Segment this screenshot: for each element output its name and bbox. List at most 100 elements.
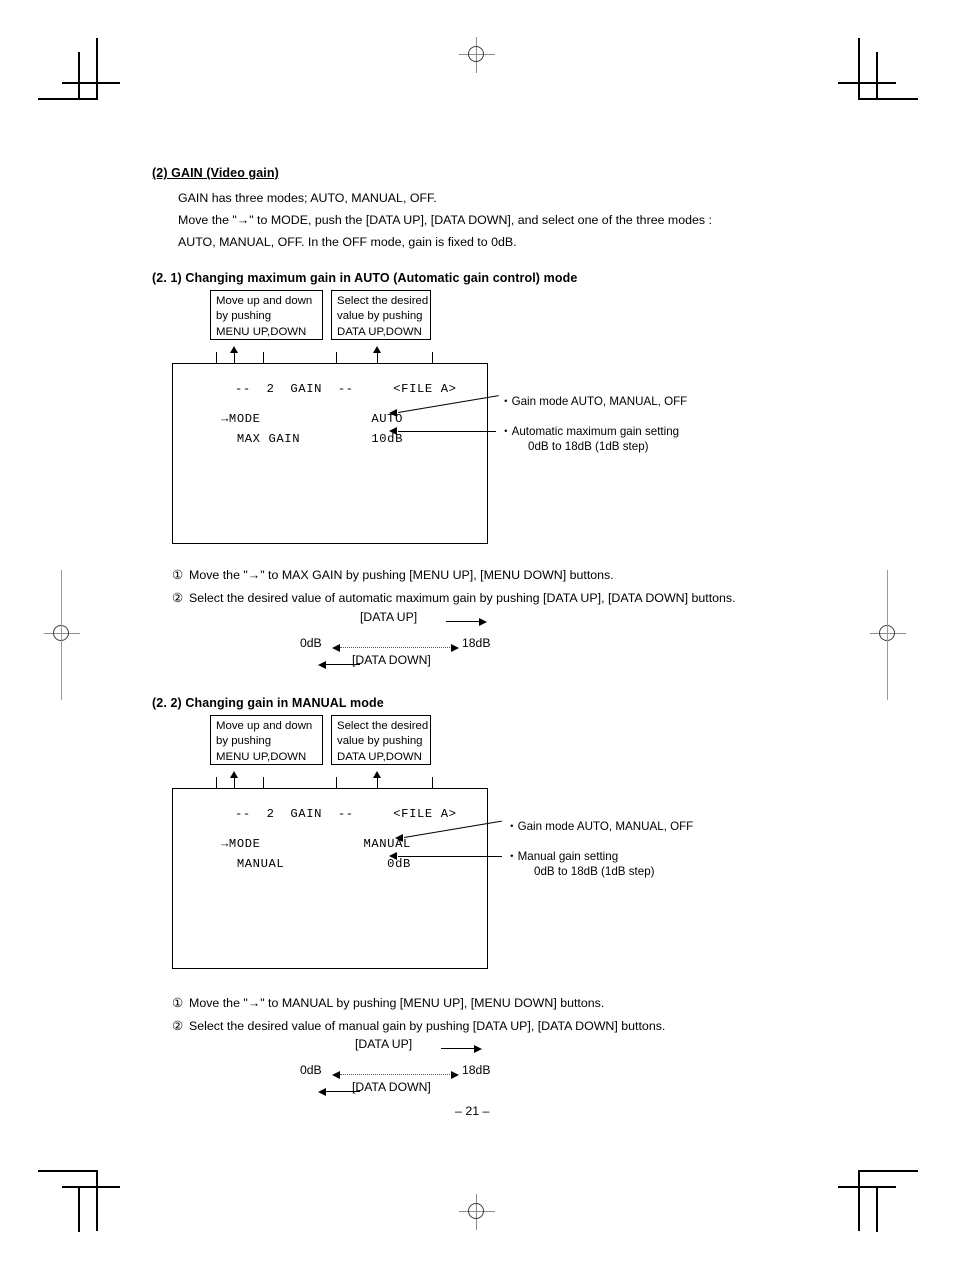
step-manual-2: ② Select the desired value of manual gain… — [172, 1018, 665, 1033]
arrow-left-icon — [332, 643, 340, 652]
arrow-right-icon — [479, 617, 487, 626]
callout-data-updown-auto: Select the desired value by pushing DATA… — [331, 290, 431, 340]
crop-mark-bottom-right-h-inner — [838, 1186, 896, 1188]
registration-mark-bottom — [459, 1194, 495, 1230]
range-diagram-auto: [DATA UP] 0dB 18dB [DATA DOWN] — [300, 610, 520, 672]
step-manual-1: ① Move the "→" to MANUAL by pushing [MENU… — [172, 995, 604, 1010]
osd-row-mode-auto: →MODE AUTO — [221, 412, 404, 426]
callout-menu-updown-manual: Move up and down by pushing MENU UP,DOWN — [210, 715, 323, 765]
osd-title-auto: -- 2 GAIN -- <FILE A> — [235, 382, 457, 396]
callout-line-1: Select the desired — [337, 295, 429, 307]
callout-line-3: DATA UP,DOWN — [337, 750, 422, 763]
callout-line-1: Select the desired — [337, 720, 429, 732]
crop-mark-top-right-v-outer — [858, 38, 860, 99]
arrow-left-icon — [389, 427, 397, 435]
callout-line-2: value by pushing — [337, 310, 423, 323]
step-text: Select the desired value of automatic ma… — [189, 591, 736, 605]
document-page: (2) GAIN (Video gain) GAIN has three mod… — [0, 0, 954, 1269]
callout-line-3: MENU UP,DOWN — [216, 750, 307, 763]
osd-row-mode-manual: →MODE MANUAL — [221, 837, 411, 851]
step-text: Select the desired value of manual gain … — [189, 1019, 666, 1033]
section-line-1: GAIN has three modes; AUTO, MANUAL, OFF. — [178, 191, 437, 205]
crop-mark-bottom-right-v-inner — [876, 1186, 878, 1232]
crop-mark-top-right-v-inner — [876, 52, 878, 98]
annotation-manual-gain: ・Manual gain setting 0dB to 18dB (1dB st… — [506, 849, 655, 879]
osd-row-maxgain-auto: MAX GAIN 10dB — [221, 432, 404, 446]
range-max-label-manual: 18dB — [462, 1063, 491, 1077]
callout-line-3: DATA UP,DOWN — [337, 325, 422, 338]
arrow-right-icon — [451, 643, 459, 652]
step-auto-2: ② Select the desired value of automatic m… — [172, 590, 736, 605]
range-down-label-manual: [DATA DOWN] — [352, 1080, 431, 1094]
subsection-manual-heading: (2. 2) Changing gain in MANUAL mode — [152, 696, 384, 710]
leader-bracket-data-auto — [336, 340, 446, 364]
leader-bracket-data-manual — [336, 765, 446, 789]
crop-mark-top-left-h-inner — [62, 82, 120, 84]
arrow-left-icon — [389, 852, 397, 860]
callout-line-2: by pushing — [216, 310, 272, 323]
crop-mark-top-left-v-inner — [78, 52, 80, 98]
annotation-text: ・Manual gain setting — [506, 850, 619, 863]
callout-menu-updown-auto: Move up and down by pushing MENU UP,DOWN — [210, 290, 323, 340]
section-line-3: AUTO, MANUAL, OFF. In the OFF mode, gain… — [178, 235, 517, 249]
trim-line-right — [887, 570, 888, 700]
range-span-line — [340, 647, 452, 648]
arrow-left-icon — [395, 834, 403, 842]
step-auto-1: ① Move the "→" to MAX GAIN by pushing [ME… — [172, 567, 614, 582]
range-up-line — [441, 1048, 475, 1050]
step-number: ② — [172, 591, 184, 605]
annotation-text: ・Gain mode AUTO, MANUAL, OFF — [500, 395, 688, 408]
crop-mark-top-left-h-outer — [38, 98, 98, 100]
range-up-label-manual: [DATA UP] — [355, 1037, 413, 1051]
step-text: Move the "→" to MAX GAIN by pushing [MEN… — [189, 568, 614, 582]
annotation-gain-mode-auto: ・Gain mode AUTO, MANUAL, OFF — [500, 394, 687, 409]
section-heading: (2) GAIN (Video gain) — [152, 166, 279, 180]
osd-row-manualgain-manual: MANUAL 0dB — [221, 857, 411, 871]
crop-mark-bottom-left-v-inner — [78, 1186, 80, 1232]
crop-mark-bottom-left-v-outer — [96, 1170, 98, 1231]
osd-monitor-auto: -- 2 GAIN -- <FILE A> →MODE AUTO MAX GAI… — [172, 363, 488, 544]
page-number: – 21 – — [455, 1104, 490, 1118]
annotation-subtext: 0dB to 18dB (1dB step) — [534, 865, 655, 878]
callout-line-2: value by pushing — [337, 735, 423, 748]
callout-line-1: Move up and down — [216, 295, 313, 307]
range-min-label-auto: 0dB — [300, 636, 322, 650]
crop-mark-top-left-v-outer — [96, 38, 98, 99]
registration-mark-top — [459, 37, 495, 73]
range-max-label-auto: 18dB — [462, 636, 491, 650]
leader-bracket-menu-auto — [216, 340, 276, 364]
range-span-line — [340, 1074, 452, 1075]
step-text: Move the "→" to MANUAL by pushing [MENU … — [189, 996, 605, 1010]
callout-line-2: by pushing — [216, 735, 272, 748]
step-number: ① — [172, 568, 184, 582]
annotation-text: ・Automatic maximum gain setting — [500, 425, 680, 438]
arrow-right-icon — [474, 1044, 482, 1053]
leader-bracket-menu-manual — [216, 765, 276, 789]
range-up-label-auto: [DATA UP] — [360, 610, 418, 624]
trim-line-left — [61, 570, 62, 700]
crop-mark-top-right-h-outer — [858, 98, 918, 100]
arrow-left-icon — [318, 1087, 326, 1096]
callout-data-updown-manual: Select the desired value by pushing DATA… — [331, 715, 431, 765]
range-min-label-manual: 0dB — [300, 1063, 322, 1077]
step-number: ② — [172, 1019, 184, 1033]
subsection-auto-heading: (2. 1) Changing maximum gain in AUTO (Au… — [152, 271, 578, 285]
callout-line-3: MENU UP,DOWN — [216, 325, 307, 338]
arrow-left-icon — [332, 1070, 340, 1079]
leader-line-max-gain-auto — [398, 431, 496, 432]
step-number: ① — [172, 996, 184, 1010]
arrow-left-icon — [318, 660, 326, 669]
section-line-2: Move the "→" to MODE, push the [DATA UP]… — [178, 213, 713, 227]
registration-mark-left — [44, 616, 80, 652]
arrow-right-icon — [451, 1070, 459, 1079]
crop-mark-bottom-right-v-outer — [858, 1170, 860, 1231]
crop-mark-top-right-h-inner — [838, 82, 896, 84]
annotation-gain-mode-manual: ・Gain mode AUTO, MANUAL, OFF — [506, 819, 693, 834]
osd-monitor-manual: -- 2 GAIN -- <FILE A> →MODE MANUAL MANUA… — [172, 788, 488, 969]
crop-mark-bottom-right-h-outer — [858, 1170, 918, 1172]
annotation-max-gain-auto: ・Automatic maximum gain setting 0dB to 1… — [500, 424, 679, 454]
annotation-text: ・Gain mode AUTO, MANUAL, OFF — [506, 820, 694, 833]
crop-mark-bottom-left-h-inner — [62, 1186, 120, 1188]
registration-mark-right — [870, 616, 906, 652]
crop-mark-bottom-left-h-outer — [38, 1170, 98, 1172]
